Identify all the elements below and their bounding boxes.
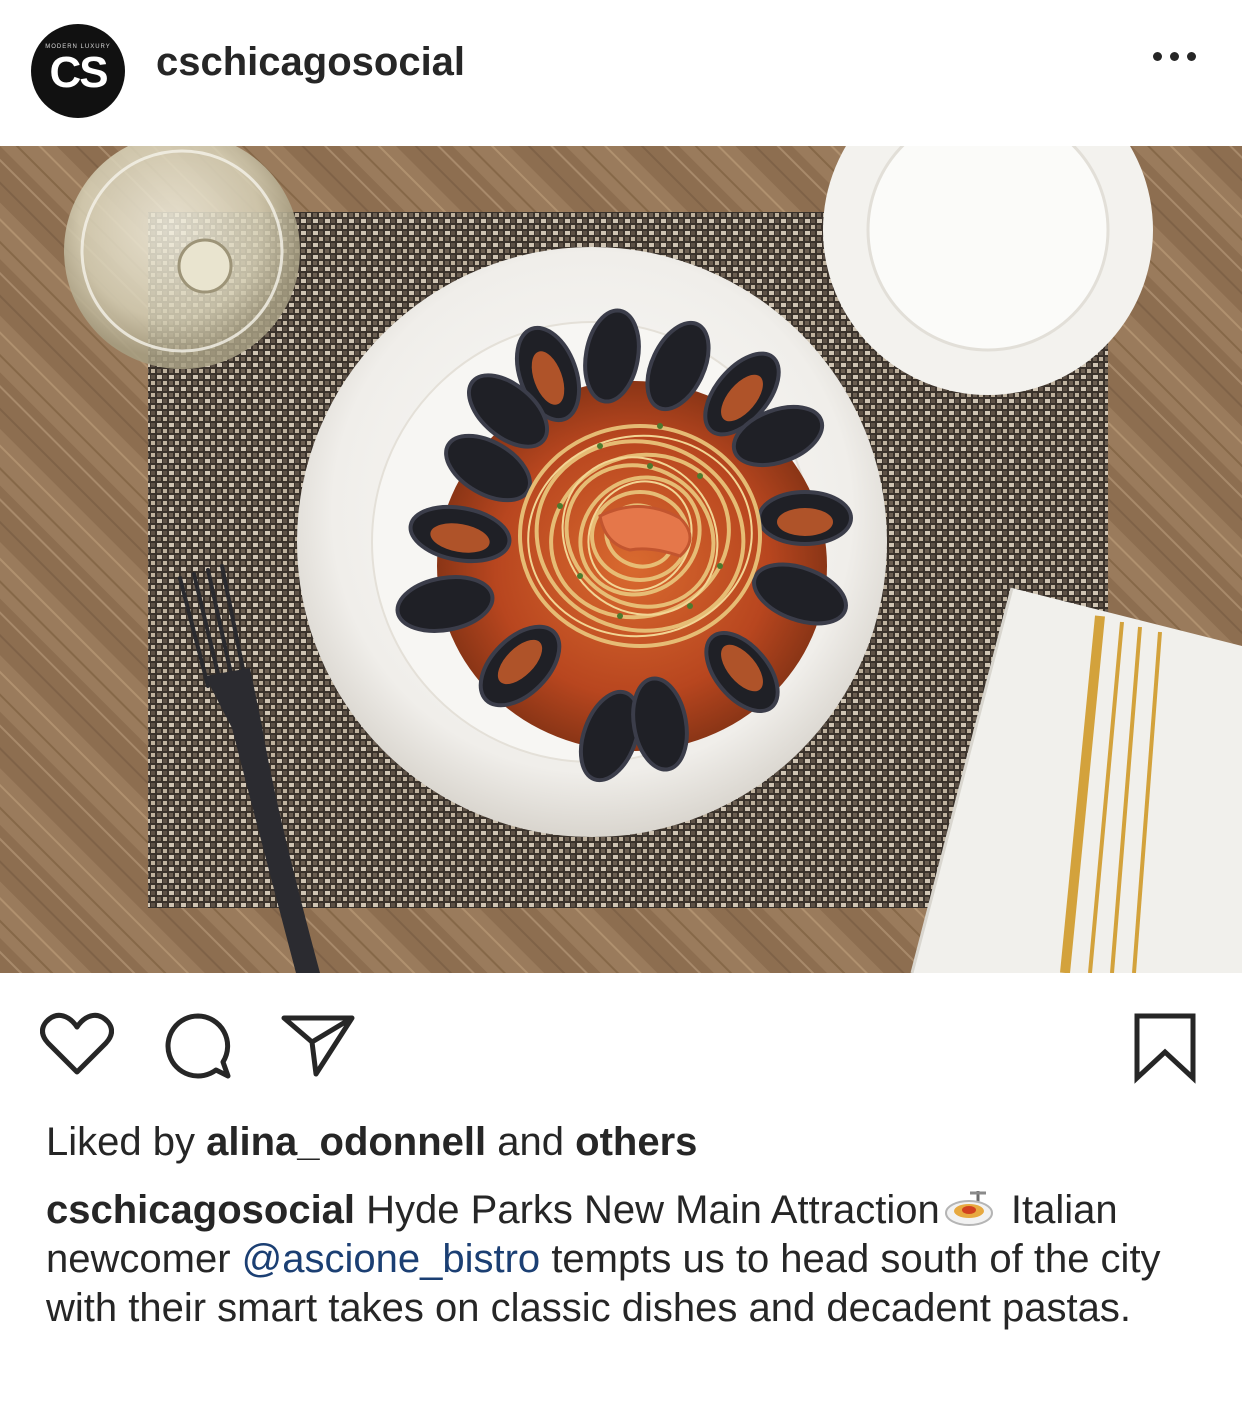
likes-summary: Liked by alina_odonnell and others [46, 1120, 697, 1165]
post-image[interactable] [0, 146, 1242, 973]
paper-plane-icon[interactable] [280, 1012, 356, 1078]
heart-icon[interactable] [40, 1012, 114, 1076]
caption-username[interactable]: cschicagosocial [46, 1188, 355, 1232]
avatar[interactable]: MODERN LUXURY CS [31, 24, 125, 118]
liked-by-user[interactable]: alina_odonnell [206, 1120, 486, 1164]
likes-joiner: and [497, 1120, 565, 1164]
post-username[interactable]: cschicagosocial [156, 40, 465, 85]
post-header: MODERN LUXURY CS cschicagosocial [0, 0, 1242, 146]
post-caption: cschicagosocial Hyde Parks New Main Attr… [46, 1186, 1206, 1333]
more-horizontal-icon[interactable] [1153, 52, 1196, 61]
spaghetti-emoji [944, 1191, 993, 1226]
action-bar [0, 990, 1242, 1100]
likes-prefix: Liked by [46, 1120, 195, 1164]
caption-text-1: Hyde Parks New Main Attraction [366, 1188, 940, 1232]
likes-others-link[interactable]: others [575, 1120, 697, 1164]
avatar-monogram: CS [49, 48, 108, 97]
caption-mention-link[interactable]: @ascione_bistro [242, 1237, 541, 1281]
bookmark-icon[interactable] [1132, 1012, 1198, 1084]
food-photo [0, 146, 1242, 973]
comment-icon[interactable] [162, 1010, 234, 1082]
